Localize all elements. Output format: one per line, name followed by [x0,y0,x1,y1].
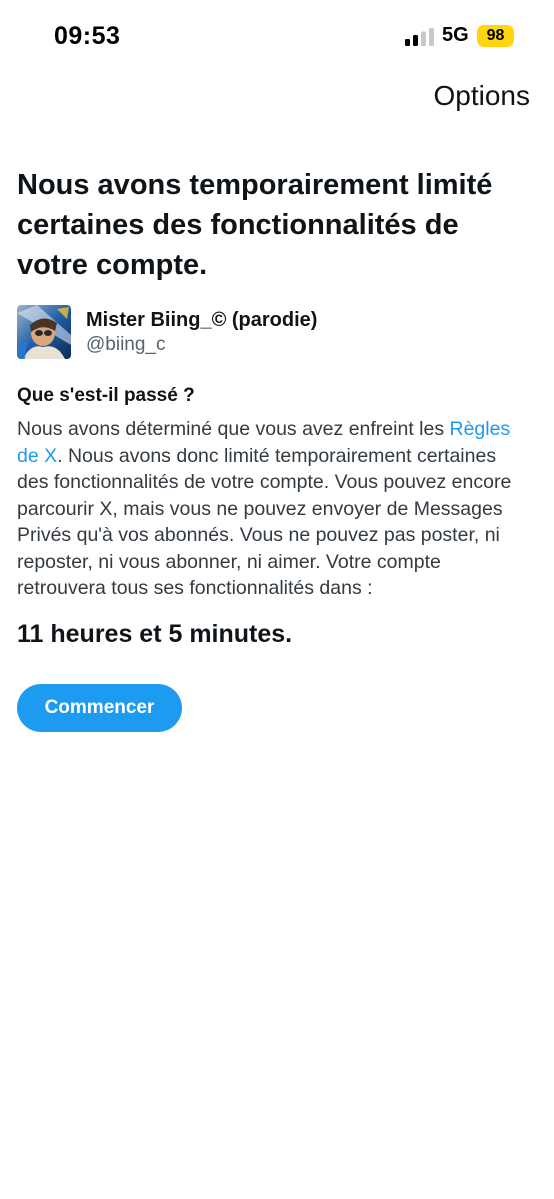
display-name: Mister Biing_© (parodie) [86,309,318,331]
battery-level: 98 [486,27,505,44]
network-type: 5G [442,24,469,46]
start-button[interactable]: Commencer [17,684,182,732]
account-handle: @biing_c [86,334,166,355]
explanation-text-end: . Nous avons donc limité temporairement … [17,444,512,600]
avatar [17,305,71,359]
explanation-text-start: Nous avons déterminé que vous avez enfre… [17,418,450,440]
section-heading: Que s'est-il passé ? [17,385,195,406]
profile-picture [17,305,71,359]
account-info: Mister Biing_© (parodie) @biing_c [86,307,317,357]
battery-icon: 98 [477,25,514,47]
options-button[interactable]: Options [434,80,531,112]
page-title: Nous avons temporairement limité certain… [17,169,493,281]
explanation-text: Nous avons déterminé que vous avez enfre… [17,416,532,602]
restriction-countdown: 11 heures et 5 minutes. [17,620,293,648]
status-time: 09:53 [54,22,121,50]
cellular-signal-icon [405,28,434,46]
status-bar: 09:53 5G 98 [0,0,554,70]
account-card: Mister Biing_© (parodie) @biing_c [17,305,317,359]
